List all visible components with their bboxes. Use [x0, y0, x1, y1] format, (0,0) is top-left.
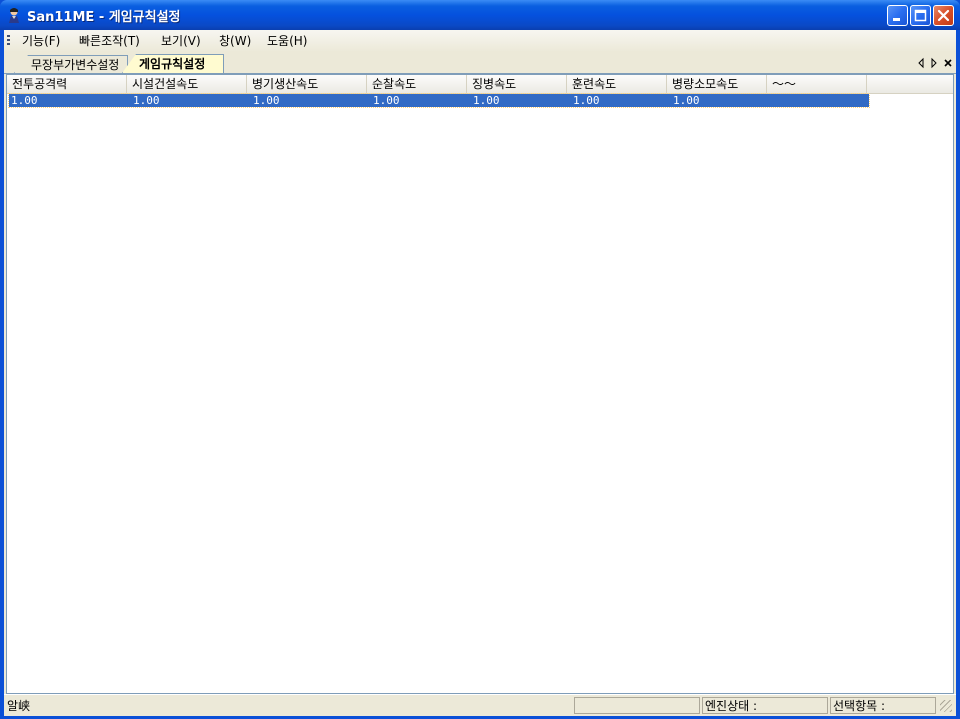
menu-bar: 기능(F) 빠른조작(T) 보기(V) 창(W) 도움(H) [4, 30, 956, 52]
status-engine: 엔진상태 : [702, 697, 828, 714]
column-header[interactable]: ～～ [767, 75, 867, 93]
tab-game-rules[interactable]: 게임규칙설정 [122, 54, 224, 73]
tab-strip: 무장부가변수설정 게임규칙설정 [4, 52, 956, 74]
close-icon [937, 9, 950, 22]
table-cell: 1.00 [673, 94, 700, 107]
menu-quick-ops[interactable]: 빠른조작(T) [79, 33, 140, 49]
table-cell: 1.00 [473, 94, 500, 107]
table-cell: 1.00 [373, 94, 400, 107]
column-header[interactable]: 병기생산속도 [247, 75, 367, 93]
triangle-left-icon[interactable] [916, 57, 926, 69]
column-header[interactable]: 징병속도 [467, 75, 567, 93]
column-header[interactable]: 훈련속도 [567, 75, 667, 93]
maximize-icon [914, 9, 927, 22]
title-bar[interactable]: San11ME - 게임규칙설정 [0, 0, 960, 30]
table-row[interactable]: 1.00 1.00 1.00 1.00 1.00 1.00 1.00 [8, 93, 870, 108]
menu-window[interactable]: 창(W) [219, 33, 251, 49]
column-header[interactable]: 전투공격력 [7, 75, 127, 93]
status-bar: 알峡 엔진상태 : 선택항목 : [4, 694, 956, 716]
list-header: 전투공격력 시설건설속도 병기생산속도 순찰속도 징병속도 훈련속도 병량소모속… [7, 75, 953, 94]
window-title: San11ME - 게임규칙설정 [27, 10, 181, 25]
minimize-button[interactable] [887, 5, 908, 26]
table-cell: 1.00 [133, 94, 160, 107]
status-message: 알峡 [7, 699, 31, 713]
menu-grip-icon[interactable] [7, 35, 10, 47]
table-cell [771, 94, 773, 107]
client-area: 기능(F) 빠른조작(T) 보기(V) 창(W) 도움(H) 무장부가변수설정 … [4, 30, 956, 716]
app-window: San11ME - 게임규칙설정 기능(F) 빠른조작(T) 보기(V) 창(W… [0, 0, 960, 719]
menu-function[interactable]: 기능(F) [22, 33, 60, 49]
status-selection: 선택항목 : [830, 697, 936, 714]
close-button[interactable] [933, 5, 954, 26]
maximize-button[interactable] [910, 5, 931, 26]
table-cell: 1.00 [11, 94, 38, 107]
column-header[interactable]: 병량소모속도 [667, 75, 767, 93]
table-cell: 1.00 [573, 94, 600, 107]
column-header[interactable]: 시설건설속도 [127, 75, 247, 93]
rules-list-view[interactable]: 전투공격력 시설건설속도 병기생산속도 순찰속도 징병속도 훈련속도 병량소모속… [6, 74, 954, 694]
app-icon[interactable] [6, 7, 22, 23]
tab-general-params[interactable]: 무장부가변수설정 [14, 55, 128, 73]
table-cell: 1.00 [253, 94, 280, 107]
menu-view[interactable]: 보기(V) [161, 33, 201, 49]
minimize-icon [893, 18, 900, 21]
tab-close-icon[interactable] [943, 57, 953, 69]
status-pane-blank [574, 697, 700, 714]
menu-help[interactable]: 도움(H) [267, 33, 307, 49]
column-header[interactable]: 순찰속도 [367, 75, 467, 93]
triangle-right-icon[interactable] [929, 57, 939, 69]
resize-grip-icon[interactable] [940, 700, 952, 712]
